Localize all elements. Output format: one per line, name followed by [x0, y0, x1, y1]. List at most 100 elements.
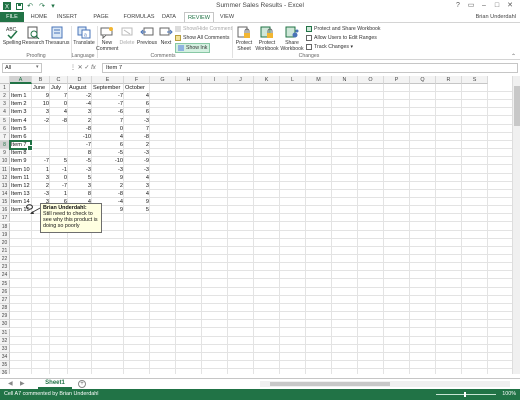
research-button[interactable]: Research: [22, 26, 44, 46]
insert-function-icon[interactable]: fx: [91, 65, 96, 71]
scroll-tabs-left-icon[interactable]: ◀: [8, 380, 13, 387]
row-header[interactable]: 1: [0, 84, 10, 92]
comment-box[interactable]: Brian Underdahl: Still need to check to …: [40, 203, 102, 233]
table-cell[interactable]: -3: [124, 166, 150, 174]
table-cell[interactable]: Item 3: [10, 108, 32, 116]
share-workbook-button[interactable]: Share Workbook: [280, 26, 304, 52]
previous-comment-button[interactable]: Previous: [136, 26, 158, 46]
column-header-c[interactable]: C: [50, 76, 68, 84]
row-header[interactable]: 9: [0, 149, 10, 158]
table-cell[interactable]: -7: [50, 182, 68, 190]
tab-file[interactable]: FILE: [0, 12, 24, 22]
protect-workbook-button[interactable]: Protect Workbook: [255, 26, 279, 52]
header-cell[interactable]: August: [68, 84, 92, 92]
table-cell[interactable]: Item 1: [10, 92, 32, 100]
table-cell[interactable]: -7: [92, 92, 124, 100]
table-cell[interactable]: -8: [50, 117, 68, 125]
sheet-tab-sheet1[interactable]: Sheet1: [38, 379, 72, 389]
cancel-icon[interactable]: ✕: [78, 65, 83, 71]
column-header-f[interactable]: F: [124, 76, 150, 84]
table-cell[interactable]: -3: [124, 149, 150, 157]
track-changes-button[interactable]: Track Changes ▾: [306, 43, 353, 51]
table-cell[interactable]: Item 10: [10, 166, 32, 174]
table-cell[interactable]: -7: [32, 157, 50, 165]
table-cell[interactable]: 7: [50, 92, 68, 100]
table-cell[interactable]: 3: [68, 182, 92, 190]
table-cell[interactable]: -3: [32, 190, 50, 198]
header-cell[interactable]: October: [124, 84, 150, 92]
table-cell[interactable]: -10: [92, 157, 124, 165]
column-header-k[interactable]: K: [254, 76, 280, 84]
row-header[interactable]: 20: [0, 238, 10, 247]
row-header[interactable]: 18: [0, 222, 10, 231]
column-header-e[interactable]: E: [92, 76, 124, 84]
zoom-slider-knob[interactable]: [464, 392, 466, 397]
user-account[interactable]: Brian Underdahl: [476, 12, 516, 22]
column-header-n[interactable]: N: [332, 76, 358, 84]
close-button[interactable]: ✕: [504, 1, 516, 11]
table-cell[interactable]: -3: [92, 166, 124, 174]
zoom-level[interactable]: 100%: [502, 389, 516, 400]
table-cell[interactable]: 3: [32, 174, 50, 182]
show-ink-button[interactable]: Show Ink: [175, 43, 211, 53]
table-cell[interactable]: 7: [124, 125, 150, 133]
row-header[interactable]: 26: [0, 287, 10, 296]
minimize-button[interactable]: –: [478, 1, 490, 11]
row-header[interactable]: 25: [0, 279, 10, 288]
protect-sheet-button[interactable]: Protect Sheet: [234, 26, 254, 52]
help-button[interactable]: ?: [452, 1, 464, 11]
table-cell[interactable]: -10: [68, 133, 92, 141]
maximize-button[interactable]: □: [491, 1, 503, 11]
tab-insert[interactable]: INSERT: [53, 12, 81, 22]
row-header[interactable]: 17: [0, 214, 10, 223]
column-header-i[interactable]: I: [202, 76, 228, 84]
row-header[interactable]: 6: [0, 124, 10, 133]
table-cell[interactable]: -7: [92, 100, 124, 108]
column-header-m[interactable]: M: [306, 76, 332, 84]
active-cell[interactable]: [9, 140, 33, 152]
table-cell[interactable]: 0: [50, 174, 68, 182]
tab-home[interactable]: HOME: [27, 12, 51, 22]
table-cell[interactable]: 4: [124, 174, 150, 182]
table-cell[interactable]: 0: [92, 125, 124, 133]
formula-input[interactable]: Item 7: [102, 63, 518, 73]
thesaurus-button[interactable]: Thesaurus: [45, 26, 70, 46]
table-cell[interactable]: 3: [68, 108, 92, 116]
table-cell[interactable]: Item 11: [10, 174, 32, 182]
spelling-button[interactable]: ABC Spelling: [2, 26, 22, 46]
row-header[interactable]: 32: [0, 336, 10, 345]
table-cell[interactable]: -7: [68, 141, 92, 149]
table-cell[interactable]: 2: [92, 182, 124, 190]
translate-button[interactable]: a Translate: [72, 26, 96, 46]
table-cell[interactable]: -2: [68, 92, 92, 100]
table-cell[interactable]: Item 5: [10, 125, 32, 133]
table-cell[interactable]: 2: [68, 117, 92, 125]
name-box-dropdown-icon[interactable]: ▾: [36, 64, 39, 70]
table-cell[interactable]: -8: [92, 190, 124, 198]
header-cell[interactable]: June: [32, 84, 50, 92]
table-cell[interactable]: 9: [92, 174, 124, 182]
enter-icon[interactable]: ✓: [84, 65, 89, 71]
table-cell[interactable]: -3: [124, 117, 150, 125]
table-cell[interactable]: 7: [92, 117, 124, 125]
protect-and-share-button[interactable]: Protect and Share Workbook: [306, 25, 381, 33]
table-cell[interactable]: -4: [68, 100, 92, 108]
row-header[interactable]: 19: [0, 230, 10, 239]
table-cell[interactable]: -3: [68, 166, 92, 174]
add-sheet-icon[interactable]: +: [78, 380, 86, 388]
table-cell[interactable]: 6: [124, 100, 150, 108]
table-cell[interactable]: 8: [68, 190, 92, 198]
table-cell[interactable]: 8: [68, 149, 92, 157]
table-cell[interactable]: 9: [32, 92, 50, 100]
column-header-q[interactable]: Q: [410, 76, 436, 84]
column-header-g[interactable]: G: [150, 76, 176, 84]
column-header-d[interactable]: D: [68, 76, 92, 84]
column-header-b[interactable]: B: [32, 76, 50, 84]
row-header[interactable]: 30: [0, 320, 10, 329]
row-header[interactable]: 13: [0, 181, 10, 190]
row-header[interactable]: 21: [0, 247, 10, 255]
row-header[interactable]: 2: [0, 92, 10, 101]
table-cell[interactable]: Item 9: [10, 157, 32, 165]
table-cell[interactable]: -9: [124, 157, 150, 165]
row-header[interactable]: 24: [0, 271, 10, 280]
